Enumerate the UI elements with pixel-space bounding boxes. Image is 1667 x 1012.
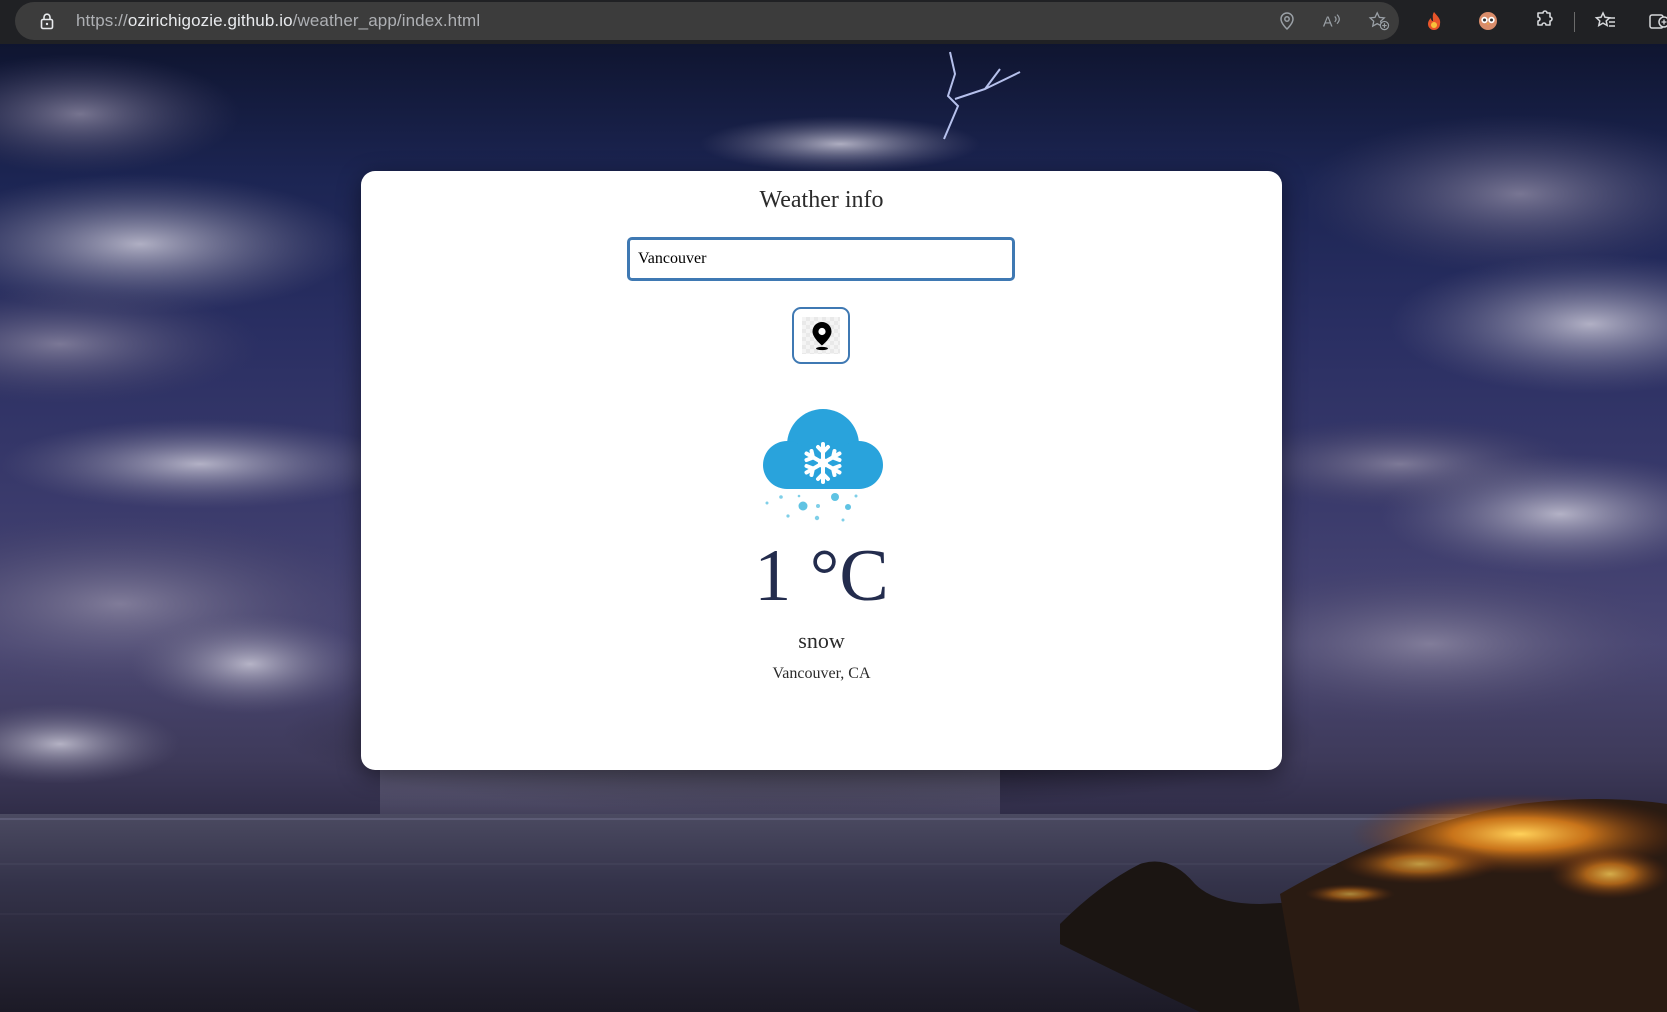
location-name: Vancouver, CA [772,665,871,682]
url-text[interactable]: https://ozirichigozie.github.io/weather_… [76,11,480,31]
weather-card: Weather info Vancouver 1 °C snow Vancouv… [361,171,1282,770]
favorites-icon[interactable] [1594,10,1616,32]
url-path: /weather_app/index.html [292,11,481,30]
address-bar[interactable]: https://ozirichigozie.github.io/weather_… [15,2,1399,40]
lock-icon[interactable] [38,12,56,30]
browser-toolbar: https://ozirichigozie.github.io/weather_… [0,0,1667,44]
city-search-input[interactable] [627,237,1015,281]
collections-icon[interactable] [1648,10,1667,32]
temperature-unit: °C [809,535,889,617]
add-favorite-icon[interactable] [1367,11,1391,31]
map-pin-icon [812,322,832,351]
location-permission-icon[interactable] [1277,11,1297,31]
extension-owl-icon[interactable] [1477,10,1499,32]
temperature-display: 1 °C [361,539,1282,613]
toolbar-divider [1574,12,1575,32]
temperature-value: 1 [754,535,792,617]
read-aloud-icon[interactable]: A [1322,11,1342,31]
url-host: ozirichigozie.github.io [127,11,293,30]
url-protocol: https:// [76,11,128,30]
weather-condition: snow [798,628,845,653]
card-title: Weather info [759,187,884,213]
snow-cloud-icon [763,409,883,522]
svg-text:A: A [1323,14,1333,30]
use-location-button[interactable] [792,307,850,364]
extension-fire-icon[interactable] [1423,10,1445,32]
extensions-puzzle-icon[interactable] [1532,10,1554,32]
